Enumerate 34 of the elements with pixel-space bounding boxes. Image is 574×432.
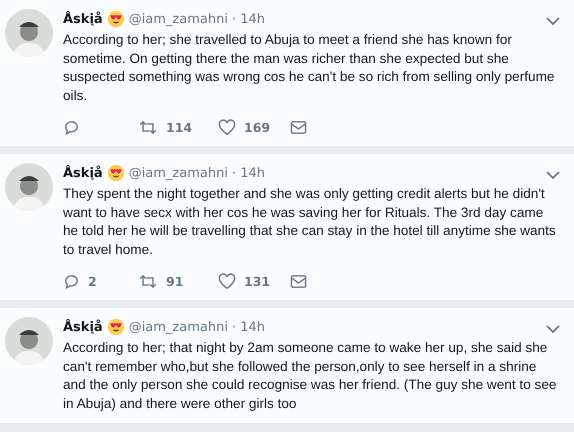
heart-icon (218, 273, 236, 290)
user-name[interactable]: Åskįå (63, 166, 103, 180)
user-name[interactable]: Åskįå (63, 320, 103, 334)
dropdown-caret[interactable] (546, 324, 560, 334)
speech-bubble-icon (63, 273, 80, 290)
dropdown-caret[interactable] (546, 170, 560, 180)
heart-icon (218, 119, 236, 136)
timestamp[interactable]: · 14h (232, 166, 265, 180)
envelope-icon (290, 274, 307, 289)
heart-eyes-emoji-icon (106, 10, 125, 28)
tweet-text: According to her; she travelled to Abuja to meet a friend she has known for sometime. On getting there the man was richer than she expected but she suspected something was wrong cos he can't be so rich from selling only perfume oils. (63, 31, 556, 104)
user-handle[interactable]: @iam_zamahni (128, 12, 228, 26)
like-button[interactable]: 169 (218, 119, 290, 136)
heart-eyes-emoji-icon (106, 164, 125, 182)
envelope-icon (290, 120, 307, 135)
avatar (5, 317, 53, 365)
retweet-button[interactable]: 91 (138, 273, 218, 290)
tweet-text: They spent the night together and she was only getting credit alerts but he didn't want to have secx with her cos he was saving her for Rituals. The 3rd day came he told her he will be travelling that she can stay in the hotel till anytime she wants to travel home. (63, 185, 557, 258)
retweet-icon (138, 273, 158, 290)
retweet-icon (138, 119, 158, 136)
tweet-text: According to her; that night by 2am someone came to wake her up, she said she can't remember who,but she followed the person,only to see herself in a shrine and the only person she could recognise was her friend. (The guy she went to see in Abuja) and there were other girls too (63, 339, 558, 413)
timestamp[interactable]: · 14h (232, 12, 265, 26)
avatar (5, 163, 53, 211)
user-handle[interactable]: @iam_zamahni (128, 320, 228, 334)
retweet-button[interactable]: 114 (138, 119, 218, 136)
avatar (5, 9, 53, 57)
heart-eyes-emoji-icon (106, 318, 125, 336)
user-handle[interactable]: @iam_zamahni (128, 166, 228, 180)
reply-button[interactable]: 2 (63, 273, 138, 290)
speech-bubble-icon (63, 119, 80, 136)
user-name[interactable]: Åskįå (63, 12, 103, 26)
timestamp[interactable]: · 14h (232, 320, 265, 334)
dropdown-caret[interactable] (546, 16, 560, 26)
like-button[interactable]: 131 (218, 273, 290, 290)
